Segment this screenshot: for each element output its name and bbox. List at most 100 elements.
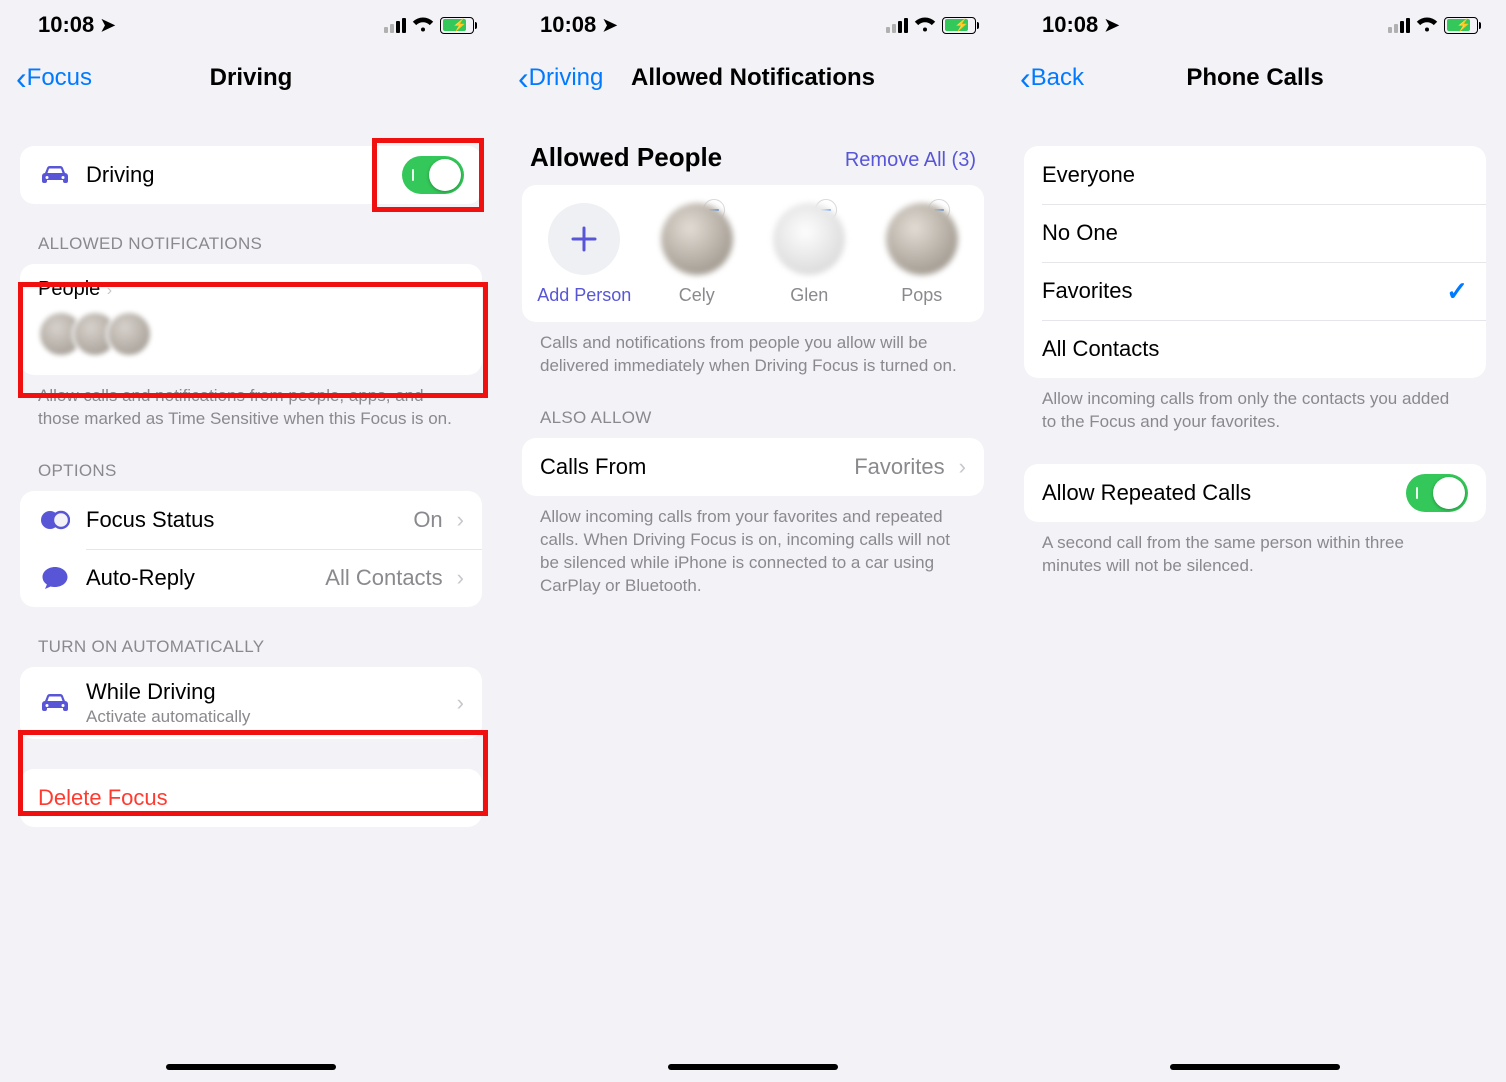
- calls-from-value: Favorites: [854, 454, 944, 480]
- cell-signal-icon: [886, 18, 908, 33]
- cell-signal-icon: [1388, 18, 1410, 33]
- contact-name: Cely: [679, 285, 715, 306]
- while-driving-row[interactable]: While Driving Activate automatically ›: [20, 667, 482, 739]
- back-label: Focus: [27, 64, 92, 92]
- remove-all-button[interactable]: Remove All (3): [845, 149, 976, 172]
- home-indicator: [668, 1064, 838, 1070]
- delete-focus-button[interactable]: Delete Focus: [20, 769, 482, 827]
- people-label: People: [38, 278, 100, 300]
- focus-status-value: On: [413, 507, 442, 533]
- status-time: 10:08: [1042, 12, 1098, 38]
- while-driving-label: While Driving: [86, 679, 443, 705]
- avatar: [773, 203, 845, 275]
- nav-bar: ‹ Focus Driving: [0, 50, 502, 106]
- contact-item[interactable]: Glen: [761, 203, 857, 306]
- people-avatars: [38, 311, 464, 357]
- calls-from-row[interactable]: Calls From Favorites ›: [522, 438, 984, 496]
- also-allow-header: ALSO ALLOW: [522, 408, 984, 438]
- back-label: Driving: [529, 64, 604, 92]
- auto-header: TURN ON AUTOMATICALLY: [20, 637, 482, 667]
- option-label: All Contacts: [1042, 336, 1468, 362]
- battery-icon: ⚡: [1444, 17, 1478, 34]
- plus-icon: [548, 203, 620, 275]
- screen-allowed-notifications: 10:08 ➤ ⚡ ‹ Driving Allowed Notification…: [502, 0, 1004, 1082]
- chevron-right-icon: ›: [959, 454, 966, 480]
- location-icon: ➤: [100, 15, 115, 36]
- auto-reply-value: All Contacts: [325, 565, 442, 591]
- chevron-right-icon: ›: [457, 507, 464, 533]
- option-label: Favorites: [1042, 278, 1432, 304]
- add-person-button[interactable]: Add Person: [536, 203, 632, 306]
- allow-repeated-label: Allow Repeated Calls: [1042, 480, 1392, 506]
- option-all-contacts[interactable]: All Contacts: [1024, 320, 1486, 378]
- option-favorites[interactable]: Favorites ✓: [1024, 262, 1486, 320]
- chevron-right-icon: ›: [107, 282, 112, 299]
- wifi-icon: [914, 17, 936, 33]
- location-icon: ➤: [1104, 15, 1119, 36]
- driving-toggle[interactable]: [402, 156, 464, 194]
- status-bar: 10:08 ➤ ⚡: [502, 0, 1004, 50]
- chevron-left-icon: ‹: [16, 62, 27, 94]
- avatar: [661, 203, 733, 275]
- repeated-footer: A second call from the same person withi…: [1024, 522, 1486, 578]
- auto-reply-row[interactable]: Auto-Reply All Contacts ›: [20, 549, 482, 607]
- wifi-icon: [412, 17, 434, 33]
- nav-bar: ‹ Back Phone Calls: [1004, 50, 1506, 106]
- allow-repeated-toggle[interactable]: [1406, 474, 1468, 512]
- contact-name: Pops: [901, 285, 942, 306]
- screen-phone-calls: 10:08 ➤ ⚡ ‹ Back Phone Calls Everyone No…: [1004, 0, 1506, 1082]
- option-label: No One: [1042, 220, 1468, 246]
- chevron-right-icon: ›: [457, 565, 464, 591]
- contact-item[interactable]: Cely: [649, 203, 745, 306]
- option-label: Everyone: [1042, 162, 1468, 188]
- allowed-footer: Allow calls and notifications from peopl…: [20, 375, 482, 431]
- wifi-icon: [1416, 17, 1438, 33]
- focus-status-icon: [38, 507, 72, 533]
- calls-from-label: Calls From: [540, 454, 840, 480]
- option-everyone[interactable]: Everyone: [1024, 146, 1486, 204]
- avatar: [886, 203, 958, 275]
- focus-status-row[interactable]: Focus Status On ›: [20, 491, 482, 549]
- add-person-label: Add Person: [537, 285, 631, 306]
- driving-toggle-row: Driving: [20, 146, 482, 204]
- speech-bubble-icon: [38, 565, 72, 591]
- cell-signal-icon: [384, 18, 406, 33]
- car-icon: [38, 692, 72, 714]
- screen-driving-focus: 10:08 ➤ ⚡ ‹ Focus Driving Driving: [0, 0, 502, 1082]
- status-time: 10:08: [38, 12, 94, 38]
- people-footer: Calls and notifications from people you …: [522, 322, 984, 378]
- calls-footer: Allow incoming calls from your favorites…: [522, 496, 984, 598]
- chevron-left-icon: ‹: [518, 62, 529, 94]
- nav-bar: ‹ Driving Allowed Notifications: [502, 50, 1004, 106]
- back-label: Back: [1031, 64, 1084, 92]
- while-driving-sub: Activate automatically: [86, 707, 443, 727]
- location-icon: ➤: [602, 15, 617, 36]
- home-indicator: [166, 1064, 336, 1070]
- allowed-people-card: Add Person Cely Glen Pops: [522, 185, 984, 322]
- status-bar: 10:08 ➤ ⚡: [0, 0, 502, 50]
- option-no-one[interactable]: No One: [1024, 204, 1486, 262]
- status-bar: 10:08 ➤ ⚡: [1004, 0, 1506, 50]
- delete-focus-label: Delete Focus: [38, 785, 464, 811]
- home-indicator: [1170, 1064, 1340, 1070]
- allowed-people-header: Allowed People: [530, 142, 722, 173]
- people-row[interactable]: People ›: [20, 264, 482, 375]
- checkmark-icon: ✓: [1446, 276, 1468, 307]
- back-button[interactable]: ‹ Driving: [518, 62, 603, 94]
- auto-reply-label: Auto-Reply: [86, 565, 311, 591]
- contact-item[interactable]: Pops: [874, 203, 970, 306]
- focus-status-label: Focus Status: [86, 507, 399, 533]
- chevron-right-icon: ›: [457, 690, 464, 716]
- avatar: [106, 311, 152, 357]
- back-button[interactable]: ‹ Back: [1020, 62, 1084, 94]
- driving-label: Driving: [86, 162, 388, 188]
- allow-repeated-row: Allow Repeated Calls: [1024, 464, 1486, 522]
- battery-icon: ⚡: [440, 17, 474, 34]
- options-header: OPTIONS: [20, 461, 482, 491]
- allowed-notifications-header: ALLOWED NOTIFICATIONS: [20, 234, 482, 264]
- chevron-left-icon: ‹: [1020, 62, 1031, 94]
- status-time: 10:08: [540, 12, 596, 38]
- contact-name: Glen: [790, 285, 828, 306]
- back-button[interactable]: ‹ Focus: [16, 62, 92, 94]
- battery-icon: ⚡: [942, 17, 976, 34]
